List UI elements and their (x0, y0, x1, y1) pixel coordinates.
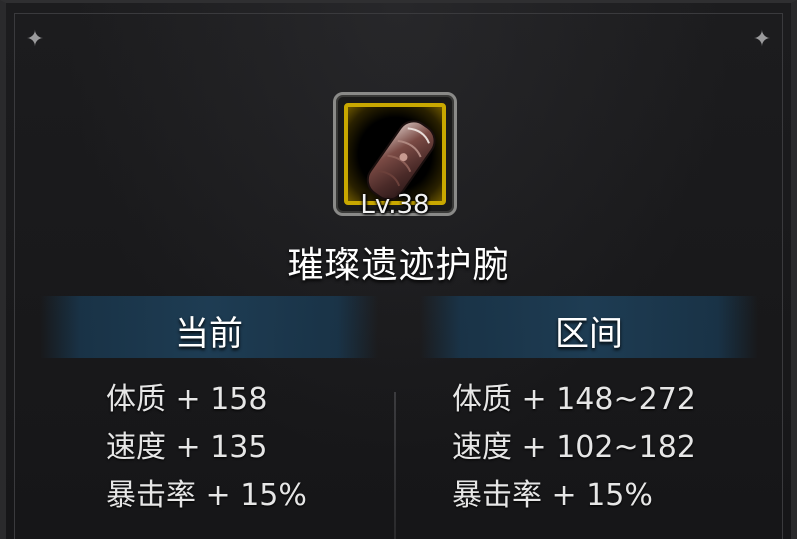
range-stat-crit-rate: 暴击率 + 15% (452, 478, 653, 513)
column-divider (394, 392, 396, 539)
current-stats-list: 体质 + 158 速度 + 135 暴击率 + 15% (106, 376, 307, 520)
range-stat-constitution: 体质 + 148~272 (452, 382, 696, 417)
item-name: 璀璨遗迹护腕 (287, 245, 510, 286)
range-stats-list: 体质 + 148~272 速度 + 102~182 暴击率 + 15% (452, 376, 696, 520)
range-column-header: 区间 (555, 314, 623, 354)
item-level: Lv.38 (360, 190, 430, 220)
current-stat-constitution: 体质 + 158 (106, 382, 268, 417)
corner-ornament-icon: ✦ (752, 27, 772, 52)
current-stat-crit-rate: 暴击率 + 15% (106, 478, 307, 513)
current-column-header: 当前 (175, 314, 243, 354)
current-stat-speed: 速度 + 135 (106, 430, 268, 465)
corner-ornament-icon: ✦ (25, 27, 45, 52)
range-stat-speed: 速度 + 102~182 (452, 430, 696, 465)
